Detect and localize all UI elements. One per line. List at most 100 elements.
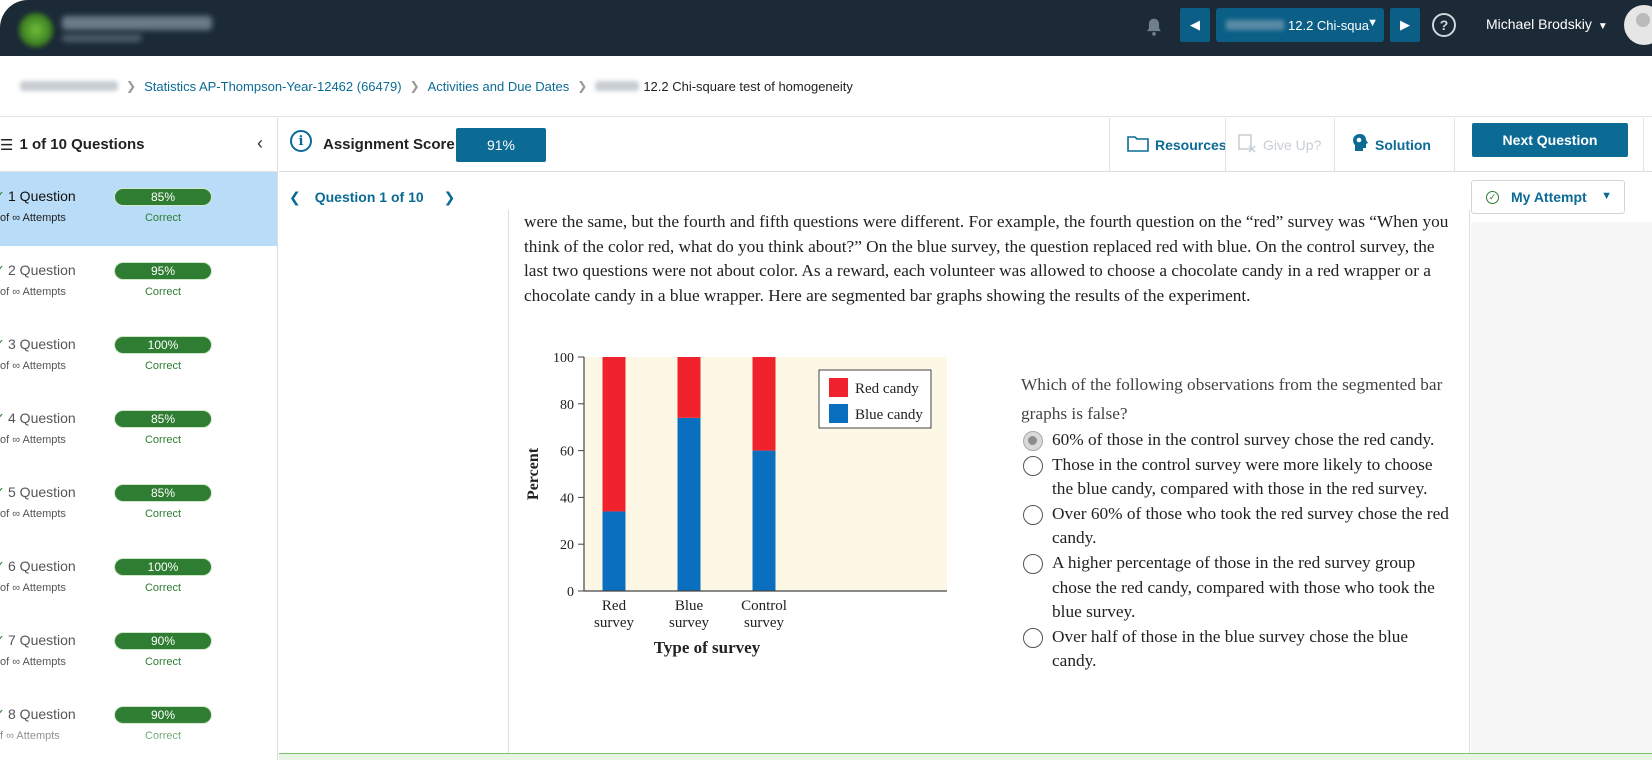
question-item-attempts: of ∞ Attempts <box>0 508 66 520</box>
question-item-score: 85% <box>114 188 212 206</box>
question-item-label: 6 Question <box>8 558 76 574</box>
breadcrumb-blurred-prefix <box>595 81 640 91</box>
collapse-sidebar-icon[interactable]: ‹ <box>257 133 263 154</box>
check-circle-icon: ✓ <box>0 336 5 352</box>
question-list-item[interactable]: ✓6 Question of ∞ Attempts 100% Correct <box>0 542 277 616</box>
caret-down-icon: ▼ <box>1367 17 1378 29</box>
user-menu[interactable]: Michael Brodskiy ▼ <box>1486 16 1608 32</box>
y-axis-label: Percent <box>525 447 542 500</box>
check-circle-icon: ✓ <box>0 632 5 648</box>
check-circle-icon: ✓ <box>0 558 5 574</box>
top-bar: ◀ 12.2 Chi-squa ▼ ▶ ? Michael Brodskiy ▼ <box>0 0 1652 56</box>
legend-swatch <box>829 378 848 397</box>
solution-button[interactable]: Solution <box>1351 118 1431 172</box>
legend-label: Red candy <box>855 381 919 397</box>
next-question-button[interactable]: Next Question <box>1472 123 1628 157</box>
breadcrumb-home[interactable] <box>20 81 118 91</box>
assignment-score-value: 91% <box>456 128 546 162</box>
chart-svg: RedsurveyBluesurveyControlsurvey02040608… <box>525 351 947 657</box>
question-item-status: Correct <box>144 286 182 298</box>
previous-question-icon[interactable]: ❮ <box>289 189 301 206</box>
question-list-item[interactable]: ✓4 Question of ∞ Attempts 85% Correct <box>0 394 277 468</box>
question-item-score: 85% <box>114 484 212 502</box>
assignment-select-value: 12.2 Chi-squa <box>1288 17 1369 33</box>
notification-bell-icon[interactable] <box>1143 16 1165 38</box>
radio-button[interactable] <box>1023 455 1043 476</box>
question-sidebar: ☰ 1 of 10 Questions ‹ ✓1 Questionof ∞ At… <box>0 118 278 760</box>
next-assignment-button[interactable]: ▶ <box>1390 8 1420 42</box>
assignment-score-label: Assignment Score: <box>323 136 460 153</box>
answer-choice[interactable]: Those in the control survey were more li… <box>1023 453 1453 502</box>
x-tick-label: survey <box>669 615 709 631</box>
radio-button[interactable] <box>1023 431 1043 451</box>
question-item-score: 90% <box>114 632 212 650</box>
help-icon[interactable]: ? <box>1432 13 1456 37</box>
answer-choice-text: A higher percentage of those in the red … <box>1052 552 1435 622</box>
segmented-bar-chart: Red survey Blue survey Control survey 0 20 40 60 8… <box>517 340 977 690</box>
question-item-status: Correct <box>144 582 182 594</box>
answer-choice[interactable]: Over half of those in the blue survey ch… <box>1023 625 1453 674</box>
app-logo[interactable] <box>18 8 218 48</box>
breadcrumb-section[interactable]: Activities and Due Dates <box>428 79 570 94</box>
radio-button[interactable] <box>1023 553 1043 574</box>
x-axis-label: Type of survey <box>654 638 761 657</box>
question-passage: were the same, but the fourth and fifth … <box>524 212 1449 305</box>
give-up-icon <box>1237 133 1257 158</box>
y-tick-label: 60 <box>560 445 574 460</box>
question-item-label: 5 Question <box>8 484 76 500</box>
right-pane <box>1471 222 1652 760</box>
bar-segment <box>677 417 701 591</box>
question-item-score: 85% <box>114 410 212 428</box>
assignment-select[interactable]: 12.2 Chi-squa ▼ <box>1216 8 1384 42</box>
question-list-item[interactable]: ✓7 Question of ∞ Attempts 90% Correct <box>0 616 277 690</box>
resources-label: Resources <box>1155 137 1227 153</box>
give-up-button[interactable]: Give Up? <box>1237 118 1321 172</box>
triangle-right-icon: ▶ <box>1400 17 1410 32</box>
radio-button[interactable] <box>1023 504 1043 525</box>
resources-button[interactable]: Resources <box>1127 118 1227 172</box>
question-item-label: 3 Question <box>8 336 76 352</box>
question-panel: were the same, but the fourth and fifth … <box>508 210 1470 760</box>
previous-assignment-button[interactable]: ◀ <box>1180 8 1210 42</box>
question-item-attempts: of ∞ Attempts <box>0 286 66 298</box>
solution-label: Solution <box>1375 137 1431 153</box>
check-circle-icon: ✓ <box>0 410 5 426</box>
question-item-label: 2 Question <box>8 262 76 278</box>
y-tick-label: 20 <box>560 538 574 553</box>
breadcrumb-course[interactable]: Statistics AP-Thompson-Year-12462 (66479… <box>144 79 402 94</box>
list-icon: ☰ <box>0 136 14 154</box>
question-item-attempts: of ∞ Attempts <box>0 656 66 668</box>
x-tick-label: Blue <box>675 598 704 614</box>
question-list-item[interactable]: ✓2 Question of ∞ Attempts 95% Correct <box>0 246 277 320</box>
answer-choice[interactable]: 60% of those in the control survey chose… <box>1023 428 1453 453</box>
question-list-item[interactable]: ✓1 Question of ∞ Attempts 85% Correct <box>0 172 277 246</box>
caret-down-icon: ▼ <box>1601 190 1612 202</box>
check-circle-icon: ✓ <box>0 188 5 204</box>
x-tick-label: Red <box>602 598 627 614</box>
y-tick-label: 40 <box>560 491 574 506</box>
question-item-status: Correct <box>144 212 182 224</box>
radio-button[interactable] <box>1023 627 1043 648</box>
chevron-right-icon: ❯ <box>126 79 137 93</box>
question-item-score: 100% <box>114 558 212 576</box>
question-position-label: Question 1 of 10 <box>314 189 424 205</box>
my-attempt-dropdown[interactable]: ✓ My Attempt ▼ <box>1471 180 1625 214</box>
question-navigator: ❮ Question 1 of 10 ❯ <box>279 173 509 221</box>
lightbulb-head-icon <box>1351 133 1369 158</box>
info-icon[interactable]: i <box>290 130 312 152</box>
question-item-status: Correct <box>144 656 182 668</box>
question-list-item[interactable]: ✓3 Question of ∞ Attempts 100% Correct <box>0 320 277 394</box>
avatar[interactable] <box>1624 5 1652 45</box>
answer-choice[interactable]: Over 60% of those who took the red surve… <box>1023 502 1453 551</box>
question-item-status: Correct <box>144 508 182 520</box>
answer-choice[interactable]: A higher percentage of those in the red … <box>1023 551 1453 625</box>
user-name: Michael Brodskiy <box>1486 16 1592 32</box>
triangle-left-icon: ◀ <box>1190 17 1200 32</box>
question-list-item[interactable]: ✓5 Question of ∞ Attempts 85% Correct <box>0 468 277 542</box>
breadcrumb-current: 12.2 Chi-square test of homogeneity <box>643 78 853 94</box>
score-bar: i Assignment Score: 91% Resources Give U… <box>279 118 1652 172</box>
caret-down-icon: ▼ <box>1597 21 1608 32</box>
check-circle-icon: ✓ <box>0 484 5 500</box>
next-question-icon[interactable]: ❯ <box>444 189 456 206</box>
question-item-status: Correct <box>144 434 182 446</box>
